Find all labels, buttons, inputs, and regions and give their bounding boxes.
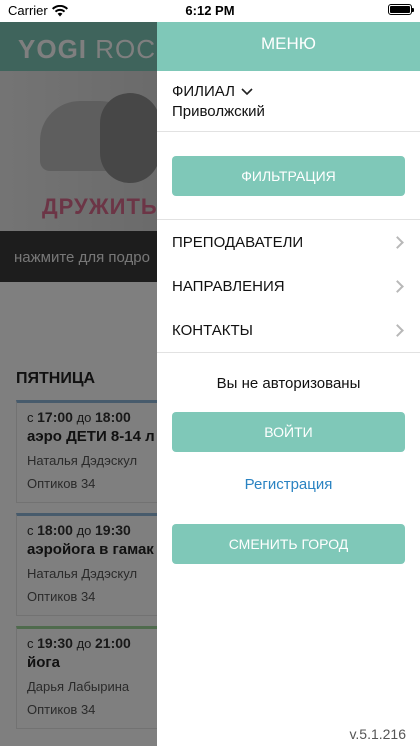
filter-section: ФИЛЬТРАЦИЯ	[157, 132, 420, 220]
menu-title: МЕНЮ	[157, 22, 420, 71]
chevron-right-icon	[391, 235, 404, 249]
branch-selector[interactable]: ФИЛИАЛ Приволжский	[157, 71, 420, 132]
chevron-down-icon	[241, 87, 253, 95]
menu-item-teachers[interactable]: ПРЕПОДАВАТЕЛИ	[157, 220, 420, 264]
menu-item-contacts[interactable]: КОНТАКТЫ	[157, 308, 420, 352]
filter-button[interactable]: ФИЛЬТРАЦИЯ	[172, 156, 405, 196]
menu-item-label: НАПРАВЛЕНИЯ	[172, 277, 285, 295]
status-time: 6:12 PM	[185, 3, 235, 18]
menu-list: ПРЕПОДАВАТЕЛИ НАПРАВЛЕНИЯ КОНТАКТЫ	[157, 220, 420, 353]
menu-item-directions[interactable]: НАПРАВЛЕНИЯ	[157, 264, 420, 308]
login-button[interactable]: ВОЙТИ	[172, 412, 405, 452]
chevron-right-icon	[391, 279, 404, 293]
side-menu: МЕНЮ ФИЛИАЛ Приволжский ФИЛЬТРАЦИЯ ПРЕПО…	[157, 22, 420, 746]
battery-icon	[388, 4, 414, 15]
chevron-right-icon	[391, 323, 404, 337]
auth-status: Вы не авторизованы	[216, 375, 361, 392]
menu-item-label: ПРЕПОДАВАТЕЛИ	[172, 233, 304, 251]
drawer-backdrop[interactable]	[0, 22, 157, 746]
change-city-button[interactable]: СМЕНИТЬ ГОРОД	[172, 524, 405, 564]
branch-label-row: ФИЛИАЛ	[172, 83, 405, 100]
register-link[interactable]: Регистрация	[157, 476, 420, 493]
branch-label: ФИЛИАЛ	[172, 83, 235, 100]
status-bar: Carrier 6:12 PM	[0, 0, 420, 22]
menu-item-label: КОНТАКТЫ	[172, 321, 253, 339]
app-version: v.5.1.216	[349, 726, 406, 742]
branch-value: Приволжский	[172, 103, 265, 120]
